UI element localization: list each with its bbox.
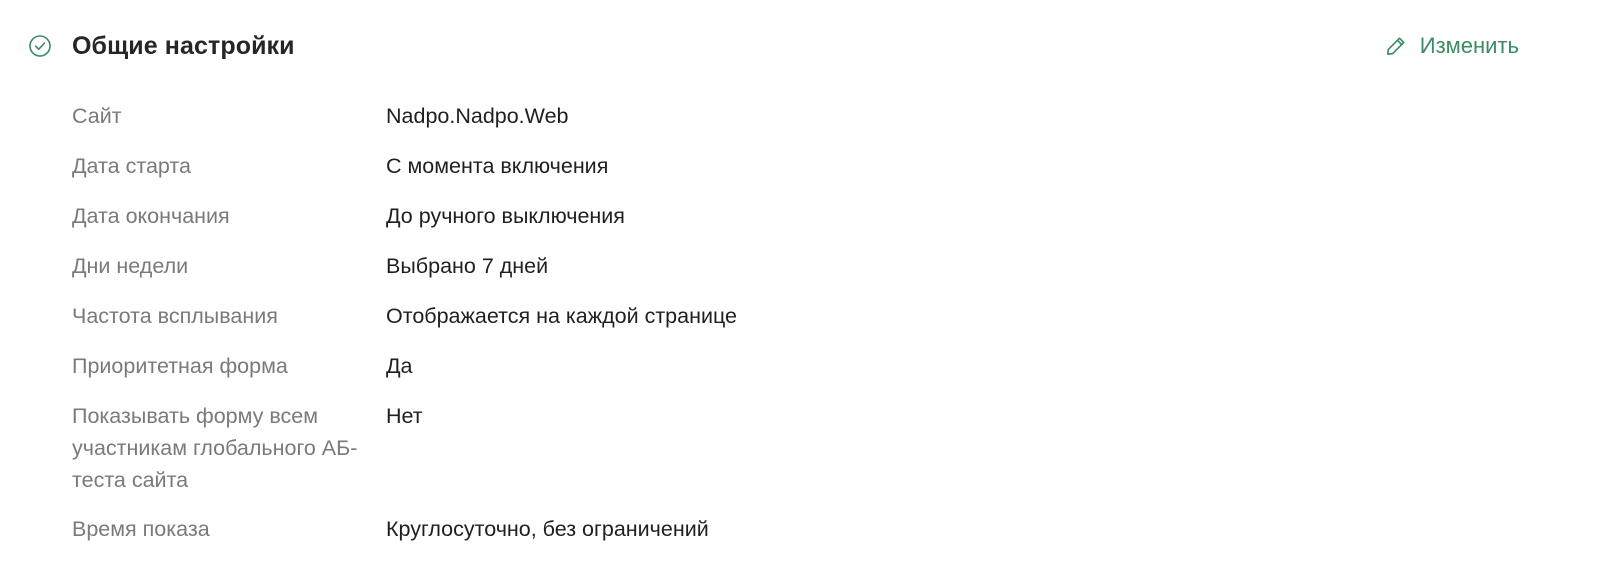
setting-label: Дни недели	[72, 254, 189, 278]
setting-label: Сайт	[72, 104, 122, 128]
setting-value: Круглосуточно, без ограничений	[386, 517, 709, 541]
pencil-icon	[1384, 34, 1408, 58]
setting-label: Дата окончания	[72, 204, 230, 228]
settings-row-frequency: Частота всплывания Отображается на каждо…	[72, 298, 1472, 348]
settings-row-weekdays: Дни недели Выбрано 7 дней	[72, 248, 1472, 298]
setting-value: С момента включения	[386, 154, 609, 178]
setting-label: Дата старта	[72, 154, 191, 178]
setting-label: Время показа	[72, 517, 210, 541]
check-circle-icon	[28, 34, 52, 58]
settings-row-end-date: Дата окончания До ручного выключения	[72, 198, 1472, 248]
settings-row-ab-test: Показывать форму всем участникам глобаль…	[72, 398, 1472, 511]
setting-label: Показывать форму всем участникам глобаль…	[72, 404, 358, 492]
edit-button[interactable]: Изменить	[1384, 24, 1519, 68]
edit-button-label: Изменить	[1419, 33, 1519, 58]
setting-label: Частота всплывания	[72, 304, 278, 328]
setting-value: Нет	[386, 404, 423, 428]
general-settings-panel: Общие настройки Изменить Сайт Nadpo.Nadp…	[0, 0, 1599, 583]
settings-row-site: Сайт Nadpo.Nadpo.Web	[72, 98, 1472, 148]
section-header: Общие настройки	[28, 24, 295, 68]
settings-row-display-time: Время показа Круглосуточно, без ограниче…	[72, 511, 1472, 561]
setting-value: До ручного выключения	[386, 204, 625, 228]
settings-row-start-date: Дата старта С момента включения	[72, 148, 1472, 198]
setting-label: Приоритетная форма	[72, 354, 288, 378]
setting-value: Да	[386, 354, 413, 378]
section-title: Общие настройки	[72, 31, 295, 60]
settings-row-priority: Приоритетная форма Да	[72, 348, 1472, 398]
setting-value: Nadpo.Nadpo.Web	[386, 104, 569, 128]
setting-value: Выбрано 7 дней	[386, 254, 549, 278]
setting-value: Отображается на каждой странице	[386, 304, 738, 328]
settings-list: Сайт Nadpo.Nadpo.Web Дата старта С момен…	[72, 98, 1472, 561]
